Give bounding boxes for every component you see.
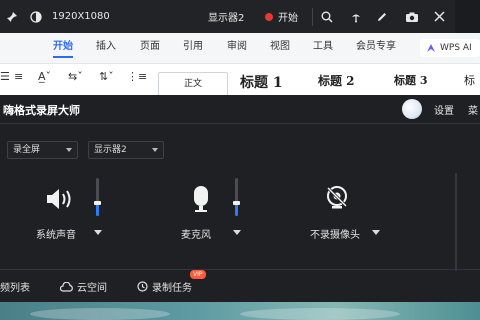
align-icon[interactable]: ≡ bbox=[14, 70, 23, 83]
tab-references[interactable]: 引用 bbox=[183, 37, 203, 52]
video-list-link[interactable]: 频列表 bbox=[0, 279, 30, 294]
recorder-floating-toolbar: 1920X1080 显示器2 开始 bbox=[0, 0, 455, 33]
strikethrough-icon[interactable]: ⇆ˇ bbox=[68, 70, 83, 83]
speaker-volume-knob[interactable] bbox=[94, 201, 101, 205]
close-icon[interactable] bbox=[434, 0, 445, 33]
half-circle-icon[interactable] bbox=[30, 0, 42, 33]
record-tasks-link[interactable]: 录制任务 bbox=[137, 279, 192, 294]
mouse-effect-icon[interactable] bbox=[350, 0, 362, 33]
camera-label: 不录摄像头 bbox=[310, 230, 360, 241]
speaker-label: 系统声音 bbox=[36, 230, 76, 241]
panel-titlebar: 嗨格式录屏大师 设置 菜 bbox=[0, 95, 480, 123]
menu-button[interactable]: 菜 bbox=[468, 102, 478, 117]
speaker-chevron-down-icon[interactable] bbox=[94, 230, 102, 235]
chevron-down-icon bbox=[66, 148, 72, 152]
resolution-text: 1920X1080 bbox=[52, 11, 110, 22]
cloud-icon bbox=[60, 281, 73, 292]
mic-chevron-down-icon[interactable] bbox=[233, 230, 241, 235]
wallpaper-wave bbox=[240, 308, 400, 320]
settings-button[interactable]: 设置 bbox=[434, 102, 454, 117]
magnifier-icon[interactable] bbox=[321, 0, 333, 33]
microphone-icon[interactable] bbox=[189, 184, 213, 214]
tab-insert[interactable]: 插入 bbox=[96, 37, 116, 52]
tab-home[interactable]: 开始 bbox=[53, 37, 73, 58]
line-spacing-icon[interactable]: ⇅ˇ bbox=[99, 70, 114, 83]
record-mode-value: 录全屏 bbox=[13, 145, 41, 155]
cloud-space-label: 云空间 bbox=[77, 283, 107, 294]
style-normal[interactable]: 正文 bbox=[158, 72, 228, 96]
tab-tools[interactable]: 工具 bbox=[313, 37, 333, 52]
style-heading-1[interactable]: 标题 1 bbox=[240, 72, 283, 96]
panel-footer: 频列表 云空间 录制任务 VIP bbox=[0, 270, 480, 302]
tab-review[interactable]: 审阅 bbox=[227, 37, 247, 52]
pen-icon[interactable] bbox=[376, 0, 388, 33]
text-effect-icon[interactable]: A̲ˇ bbox=[38, 70, 51, 83]
toolbar-divider bbox=[312, 8, 313, 26]
tab-membership[interactable]: 会员专享 bbox=[356, 37, 396, 52]
wps-ai-button[interactable]: WPS AI bbox=[420, 39, 480, 57]
tab-view[interactable]: 视图 bbox=[270, 37, 290, 52]
title-divider bbox=[0, 123, 480, 124]
record-mode-select[interactable]: 录全屏 bbox=[7, 141, 78, 159]
wps-ai-label: WPS AI bbox=[440, 43, 472, 53]
speaker-icon[interactable] bbox=[45, 185, 75, 213]
columns-icon[interactable]: ⋮≡ bbox=[127, 70, 147, 83]
mic-label: 麦克风 bbox=[181, 230, 211, 241]
wps-ribbon: 开始 插入 页面 引用 审阅 视图 工具 会员专享 WPS AI ☰ ≡ A̲ˇ… bbox=[0, 33, 480, 96]
mic-volume-knob[interactable] bbox=[233, 201, 240, 205]
avatar[interactable] bbox=[402, 99, 422, 119]
monitor-value: 显示器2 bbox=[94, 145, 127, 155]
record-tasks-label: 录制任务 bbox=[152, 283, 192, 294]
chevron-down-icon bbox=[152, 148, 158, 152]
camera-icon[interactable] bbox=[405, 0, 419, 33]
vip-badge: VIP bbox=[190, 270, 206, 279]
ribbon-toolrow: ☰ ≡ A̲ˇ ⇆ˇ ⇅ˇ ⋮≡ 正文 标题 1 标题 2 标题 3 标 bbox=[0, 63, 480, 96]
speaker-volume-slider[interactable] bbox=[94, 178, 101, 216]
panel-side-divider bbox=[455, 173, 457, 271]
wps-ai-icon bbox=[427, 44, 435, 52]
monitor-select[interactable]: 显示器2 bbox=[88, 141, 164, 159]
video-list-label: 频列表 bbox=[0, 283, 30, 294]
style-gallery: 正文 标题 1 标题 2 标题 3 标 bbox=[158, 66, 480, 96]
pin-icon[interactable] bbox=[6, 0, 18, 33]
record-label: 开始 bbox=[278, 13, 298, 24]
app-title: 嗨格式录屏大师 bbox=[3, 104, 80, 117]
wallpaper-wave bbox=[30, 308, 170, 320]
camera-chevron-down-icon[interactable] bbox=[372, 230, 380, 235]
ribbon-tabs: 开始 插入 页面 引用 审阅 视图 工具 会员专享 WPS AI bbox=[0, 37, 480, 58]
tab-page[interactable]: 页面 bbox=[140, 37, 160, 52]
cloud-space-link[interactable]: 云空间 bbox=[60, 279, 107, 294]
style-heading-2[interactable]: 标题 2 bbox=[318, 72, 355, 96]
desktop-wallpaper-strip bbox=[0, 302, 480, 320]
record-button[interactable]: 开始 bbox=[264, 0, 298, 33]
style-heading-3[interactable]: 标题 3 bbox=[394, 72, 428, 96]
camera-off-icon[interactable] bbox=[324, 185, 350, 211]
clock-icon bbox=[137, 281, 148, 292]
list-icon[interactable]: ☰ bbox=[0, 70, 10, 83]
display-select[interactable]: 显示器2 bbox=[208, 0, 244, 33]
recorder-panel: 嗨格式录屏大师 设置 菜 录全屏 显示器2 系统声音 麦克风 不录摄像头 频列表… bbox=[0, 95, 480, 320]
mic-volume-slider[interactable] bbox=[233, 178, 240, 216]
style-more[interactable]: 标 bbox=[464, 72, 475, 96]
